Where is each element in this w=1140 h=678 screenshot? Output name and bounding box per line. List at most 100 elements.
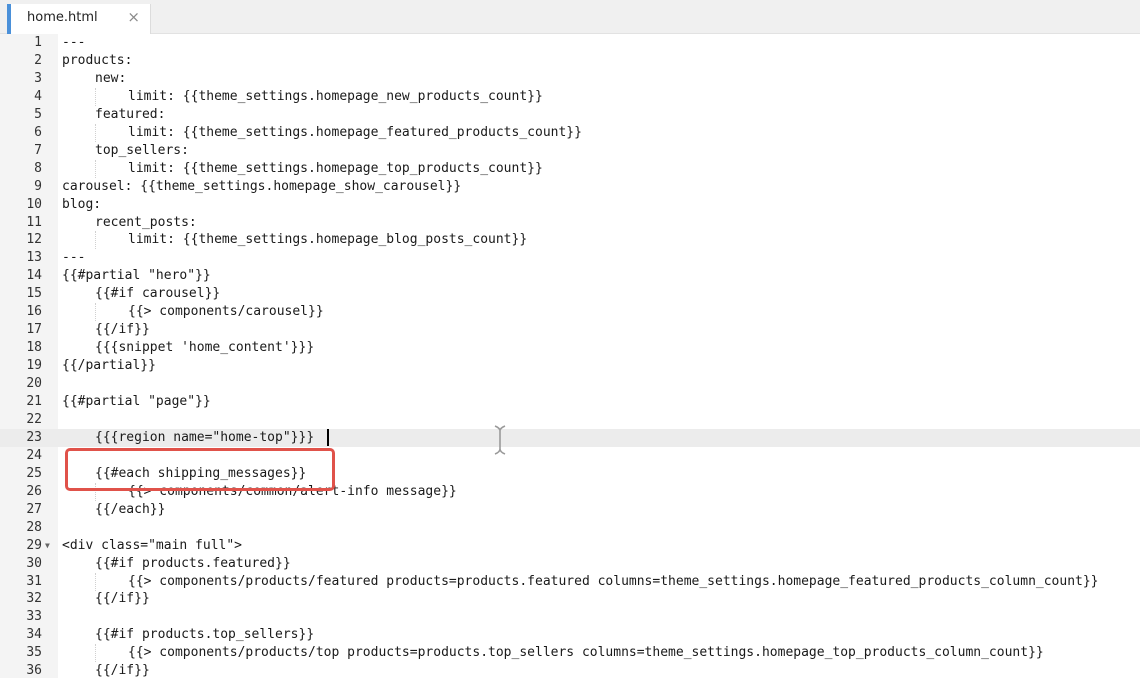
line-number: 15 <box>26 286 42 302</box>
indent-guide <box>95 159 96 178</box>
code-text: <div class="main full"> <box>62 537 243 553</box>
code-line[interactable]: 32 {{/if}} <box>0 590 1140 608</box>
indent-guide <box>95 87 96 106</box>
code-line[interactable]: 9 carousel: {{theme_settings.homepage_sho… <box>0 178 1140 196</box>
line-number: 26 <box>26 483 42 499</box>
code-line[interactable]: 21 {{#partial "page"}} <box>0 393 1140 411</box>
fold-arrow-icon[interactable]: ▼ <box>45 537 50 555</box>
code-line[interactable]: 11 recent_posts: <box>0 214 1140 232</box>
line-number: 2 <box>34 52 42 68</box>
line-number: 10 <box>26 196 42 212</box>
code-line[interactable]: 7 top_sellers: <box>0 142 1140 160</box>
code-line[interactable]: 6 limit: {{theme_settings.homepage_featur… <box>0 123 1140 142</box>
tab-bar: home.html × <box>0 0 1140 34</box>
code-line[interactable]: 3 new: <box>0 70 1140 88</box>
code-line[interactable]: 31 {{> components/products/featured produ… <box>0 572 1140 591</box>
line-number: 9 <box>34 178 42 194</box>
line-number: 20 <box>26 376 42 392</box>
line-number: 18 <box>26 340 42 356</box>
line-number: 7 <box>34 142 42 158</box>
code-text: {{{snippet 'home_content'}}} <box>95 340 315 356</box>
line-number: 3 <box>34 70 42 86</box>
line-number: 13 <box>26 250 42 266</box>
code-text: {{#partial "page"}} <box>62 394 211 409</box>
code-line[interactable]: 1 --- <box>0 34 1140 52</box>
line-number: 12 <box>26 232 42 248</box>
code-line[interactable]: 13 --- <box>0 249 1140 267</box>
code-line[interactable]: 8 limit: {{theme_settings.homepage_top_pr… <box>0 159 1140 178</box>
annotation-highlight-box <box>65 448 335 491</box>
code-line[interactable]: 34 {{#if products.top_sellers}} <box>0 626 1140 644</box>
code-text: {{/if}} <box>95 591 150 607</box>
line-number: 19 <box>26 358 42 374</box>
code-line[interactable]: 2 products: <box>0 52 1140 70</box>
code-text: {{> components/products/featured product… <box>128 573 1099 589</box>
code-text: {{#if carousel}} <box>95 286 221 302</box>
line-number: 31 <box>26 573 42 589</box>
code-text: blog: <box>62 196 102 212</box>
line-number: 4 <box>34 88 42 104</box>
line-number: 1 <box>34 35 42 50</box>
indent-guide <box>95 123 96 142</box>
line-number: 22 <box>26 411 42 427</box>
code-line[interactable]: 14 {{#partial "hero"}} <box>0 267 1140 285</box>
code-text: --- <box>62 35 86 50</box>
indent-guide <box>95 572 96 591</box>
code-line[interactable]: 17 {{/if}} <box>0 321 1140 339</box>
code-line[interactable]: 35 {{> components/products/top products=p… <box>0 644 1140 663</box>
code-line[interactable]: 20 <box>0 375 1140 393</box>
code-text: recent_posts: <box>95 214 197 230</box>
code-line[interactable]: 27 {{/each}} <box>0 501 1140 519</box>
text-cursor <box>327 429 329 446</box>
code-line[interactable]: 12 limit: {{theme_settings.homepage_blog_… <box>0 231 1140 250</box>
code-text: limit: {{theme_settings.homepage_feature… <box>128 124 582 140</box>
code-text: {{> components/carousel}} <box>128 304 324 320</box>
code-text: {{/each}} <box>95 501 166 517</box>
line-number: 24 <box>26 447 42 463</box>
code-text: {{{region name="home-top"}}} <box>95 429 315 445</box>
code-line[interactable]: 29 ▼ <div class="main full"> <box>0 537 1140 555</box>
code-text: new: <box>95 70 127 86</box>
indent-guide <box>95 303 96 322</box>
line-number: 33 <box>26 609 42 625</box>
code-text: carousel: {{theme_settings.homepage_show… <box>62 178 462 194</box>
code-line[interactable]: 19 {{/partial}} <box>0 357 1140 375</box>
indent-guide <box>95 231 96 250</box>
line-number: 11 <box>26 214 42 230</box>
code-text: products: <box>62 52 133 68</box>
line-number: 27 <box>26 501 42 517</box>
line-number: 35 <box>26 645 42 661</box>
line-number: 8 <box>34 160 42 176</box>
line-number: 6 <box>34 124 42 140</box>
code-line[interactable]: 18 {{{snippet 'home_content'}}} <box>0 339 1140 357</box>
code-line[interactable]: 28 <box>0 519 1140 537</box>
code-line[interactable]: 23 {{{region name="home-top"}}} <box>0 428 1140 447</box>
code-editor[interactable]: 1 --- 2 products: 3 new: 4 limit: {{theme_setti… <box>0 34 1140 678</box>
code-text: {{/if}} <box>95 663 150 678</box>
code-text: {{#partial "hero"}} <box>62 268 211 284</box>
code-text: {{#if products.top_sellers}} <box>95 627 315 643</box>
line-number: 17 <box>26 322 42 338</box>
code-text: {{/if}} <box>95 322 150 338</box>
code-line[interactable]: 10 blog: <box>0 196 1140 214</box>
line-number: 32 <box>26 591 42 607</box>
line-number: 25 <box>26 465 42 481</box>
line-number: 28 <box>26 519 42 535</box>
close-icon[interactable]: × <box>127 8 140 26</box>
line-number: 14 <box>26 268 42 284</box>
code-line[interactable]: 16 {{> components/carousel}} <box>0 303 1140 322</box>
code-line[interactable]: 36 {{/if}} <box>0 662 1140 678</box>
line-number: 36 <box>26 663 42 678</box>
code-line[interactable]: 22 <box>0 411 1140 429</box>
code-line[interactable]: 4 limit: {{theme_settings.homepage_new_pr… <box>0 87 1140 106</box>
code-line[interactable]: 30 {{#if products.featured}} <box>0 555 1140 573</box>
line-number: 16 <box>26 304 42 320</box>
code-text: featured: <box>95 106 166 122</box>
line-number: 5 <box>34 106 42 122</box>
code-text: limit: {{theme_settings.homepage_top_pro… <box>128 160 543 176</box>
code-line[interactable]: 15 {{#if carousel}} <box>0 285 1140 303</box>
code-line[interactable]: 33 <box>0 608 1140 626</box>
tab-home-html[interactable]: home.html × <box>7 4 151 34</box>
code-line[interactable]: 5 featured: <box>0 106 1140 124</box>
code-text: top_sellers: <box>95 142 189 158</box>
